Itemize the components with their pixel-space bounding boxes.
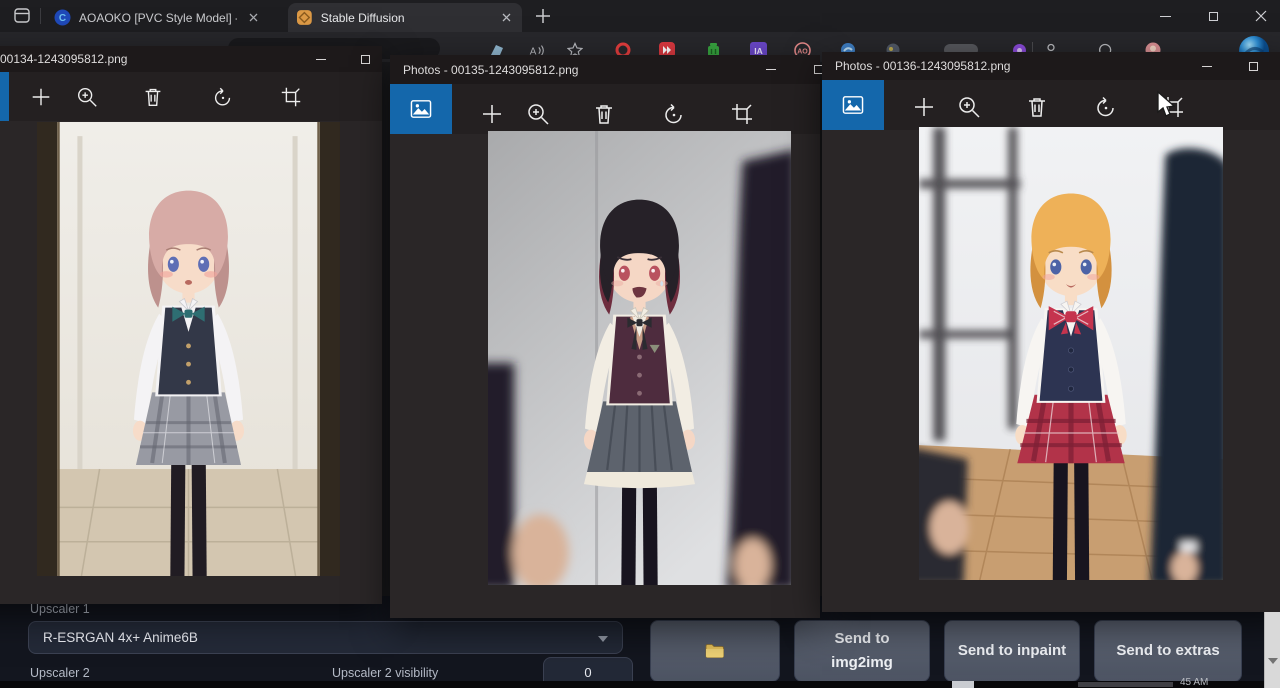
gallery-icon (842, 95, 864, 115)
see-all-photos-button[interactable] (822, 80, 884, 130)
browser-minimize-button[interactable] (1148, 3, 1182, 29)
window-titlebar[interactable]: 00134-1243095812.png (0, 46, 382, 72)
tab-title: AOAOKO [PVC Style Model] - PV (79, 11, 237, 25)
minimize-button[interactable] (1198, 59, 1215, 74)
folder-icon (705, 643, 725, 659)
upscaler2-visibility-label: Upscaler 2 visibility (332, 666, 438, 680)
window-title: 00134-1243095812.png (0, 52, 127, 66)
photos-window-00135: Photos - 00135-1243095812.png (390, 55, 820, 618)
dropdown-caret-icon (598, 636, 608, 642)
gallery-icon (410, 99, 432, 119)
see-all-photos-button[interactable] (390, 84, 452, 134)
minimize-button[interactable] (762, 62, 779, 77)
zoom-in-button[interactable] (71, 81, 103, 113)
rotate-button[interactable] (1090, 91, 1122, 123)
crop-button[interactable] (275, 81, 307, 113)
crop-button[interactable] (726, 98, 758, 130)
upscaler1-label: Upscaler 1 (30, 602, 90, 616)
tab-close-icon[interactable] (245, 10, 261, 26)
svg-text:IA: IA (754, 46, 763, 56)
maximize-button[interactable] (357, 52, 374, 67)
browser-close-button[interactable] (1244, 3, 1278, 29)
photo-image-00136 (919, 127, 1223, 580)
browser-tab-bar: C AOAOKO [PVC Style Model] - PV Stable D… (0, 0, 1280, 32)
window-titlebar[interactable]: Photos - 00136-1243095812.png (822, 52, 1280, 80)
add-button[interactable] (908, 91, 940, 123)
tab-civitai[interactable]: C AOAOKO [PVC Style Model] - PV (46, 3, 284, 32)
delete-button[interactable] (588, 98, 620, 130)
tab-overview-icon[interactable] (13, 7, 32, 30)
browser-restore-button[interactable] (1196, 3, 1230, 29)
see-all-photos-button[interactable] (0, 72, 9, 121)
taskbar-clock[interactable]: 45 AM (1180, 677, 1250, 688)
zoom-in-button[interactable] (953, 91, 985, 123)
send-to-extras-button[interactable]: Send to extras (1094, 620, 1242, 682)
tab-title: Stable Diffusion (321, 11, 479, 25)
stable-diffusion-icon (296, 9, 313, 26)
page-scrollbar[interactable] (1264, 612, 1280, 688)
window-titlebar[interactable]: Photos - 00135-1243095812.png (390, 55, 820, 84)
tab-stable-diffusion[interactable]: Stable Diffusion (288, 3, 522, 32)
send-to-inpaint-button[interactable]: Send to inpaint (944, 620, 1080, 682)
open-folder-button[interactable] (650, 620, 780, 682)
maximize-button[interactable] (1245, 59, 1262, 74)
upscaler2-label: Upscaler 2 (30, 666, 90, 680)
add-button[interactable] (25, 81, 57, 113)
taskbar-item[interactable] (952, 681, 974, 688)
send-to-img2img-button[interactable]: Send to img2img (794, 620, 930, 682)
delete-button[interactable] (137, 81, 169, 113)
svg-text:C: C (59, 13, 66, 24)
new-tab-button[interactable] (534, 7, 552, 30)
minimize-button[interactable] (312, 52, 329, 67)
desktop: C AOAOKO [PVC Style Model] - PV Stable D… (0, 0, 1280, 688)
delete-button[interactable] (1021, 91, 1053, 123)
photos-window-00134: 00134-1243095812.png (0, 46, 382, 604)
photo-image-00134 (37, 122, 340, 576)
taskbar-tray[interactable] (1078, 682, 1173, 687)
window-title: Photos - 00136-1243095812.png (835, 59, 1010, 73)
zoom-in-button[interactable] (522, 98, 554, 130)
upscaler1-value: R-ESRGAN 4x+ Anime6B (43, 630, 198, 645)
mouse-cursor (1155, 90, 1175, 118)
window-title: Photos - 00135-1243095812.png (403, 63, 578, 77)
svg-text:AO: AO (797, 48, 808, 55)
photos-window-00136: Photos - 00136-1243095812.png (822, 52, 1280, 612)
taskbar-strip[interactable] (0, 681, 1264, 688)
tab-divider (40, 8, 41, 24)
photo-image-00135 (488, 131, 791, 585)
rotate-button[interactable] (207, 81, 239, 113)
add-button[interactable] (476, 98, 508, 130)
tab-close-icon[interactable] (498, 10, 514, 26)
rotate-button[interactable] (658, 98, 690, 130)
civitai-icon: C (54, 9, 71, 26)
scroll-down-icon[interactable] (1268, 658, 1278, 664)
upscaler1-dropdown[interactable]: R-ESRGAN 4x+ Anime6B (28, 621, 623, 654)
